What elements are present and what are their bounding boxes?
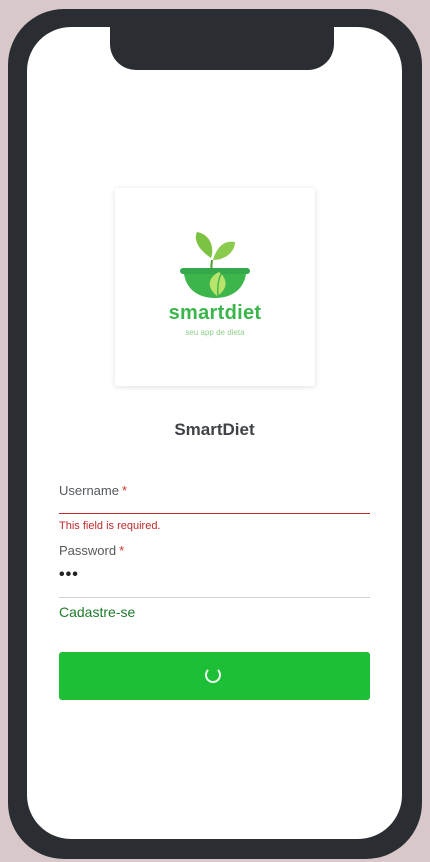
page-title: SmartDiet	[174, 420, 255, 439]
signup-link[interactable]: Cadastre-se	[59, 604, 135, 620]
login-submit-button[interactable]	[59, 652, 370, 700]
required-marker: *	[119, 543, 125, 558]
logo-card: smartdiet seu app de dieta	[115, 188, 315, 386]
logo-wordmark: smartdiet	[168, 302, 262, 324]
phone-frame: smartdiet seu app de dieta SmartDiet Use…	[8, 9, 422, 859]
password-input[interactable]: •••	[59, 566, 79, 584]
required-marker: *	[121, 483, 128, 498]
password-label: Password *	[59, 543, 124, 558]
password-label-text: Password	[59, 543, 117, 558]
password-underline	[59, 597, 370, 598]
username-label-text: Username	[59, 483, 119, 498]
username-error-text: This field is required.	[59, 520, 161, 532]
logo-tagline: seu app de dieta	[185, 328, 245, 337]
phone-screen: smartdiet seu app de dieta SmartDiet Use…	[27, 27, 402, 839]
spinner-icon	[205, 667, 221, 683]
username-input[interactable]	[59, 513, 370, 514]
phone-notch	[110, 18, 334, 70]
bowl-leaf-logo-icon	[180, 232, 250, 298]
username-label: Username *	[59, 483, 127, 498]
